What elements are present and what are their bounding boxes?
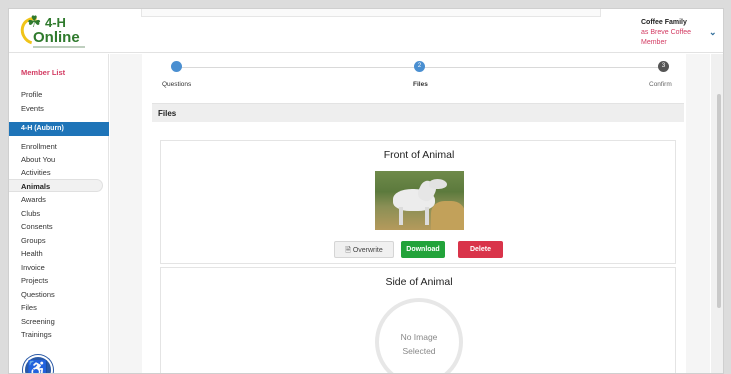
sidebar-item-about-you[interactable]: About You	[21, 155, 55, 164]
sidebar-item-invoice[interactable]: Invoice	[21, 263, 45, 272]
sidebar-item-member-list[interactable]: Member List	[21, 68, 65, 77]
no-image-placeholder[interactable]: No Image Selected	[375, 298, 463, 373]
sidebar-item-awards[interactable]: Awards	[21, 195, 46, 204]
overwrite-button[interactable]: 🗎 Overwrite	[334, 241, 394, 258]
no-image-text: No Image Selected	[379, 330, 459, 358]
section-title: Files	[158, 109, 177, 118]
no-image-line2: Selected	[402, 346, 436, 356]
accessibility-icon[interactable]: ♿	[23, 355, 53, 373]
logo-bottom-text: Online	[33, 29, 80, 46]
sidebar-item-profile[interactable]: Profile	[21, 90, 42, 99]
overwrite-label: Overwrite	[352, 247, 383, 254]
download-button[interactable]: Download	[401, 241, 445, 258]
sidebar-item-groups[interactable]: Groups	[21, 236, 46, 245]
sidebar-item-activities[interactable]: Activities	[21, 168, 51, 177]
logo-tagline-bar	[33, 46, 85, 48]
sidebar-item-health[interactable]: Health	[21, 249, 43, 258]
sidebar-item-clubs[interactable]: Clubs	[21, 209, 40, 218]
sidebar-item-events[interactable]: Events	[21, 104, 44, 113]
main-area: 2 3 Questions Files Confirm Files Front …	[110, 54, 710, 373]
header-search-bar[interactable]	[141, 9, 601, 17]
sidebar-item-trainings[interactable]: Trainings	[21, 330, 52, 339]
sidebar-item-files[interactable]: Files	[21, 303, 37, 312]
sidebar-item-enrollment[interactable]: Enrollment	[21, 142, 57, 151]
front-of-animal-card: Front of Animal 🗎 Overwrite Download Del…	[160, 140, 676, 264]
sidebar: Member List Profile Events 4-H (Auburn) …	[9, 54, 109, 373]
sidebar-item-screening[interactable]: Screening	[21, 317, 55, 326]
step-2-dot[interactable]: 2	[414, 61, 425, 72]
delete-button[interactable]: Delete	[458, 241, 503, 258]
step-3-label[interactable]: Confirm	[649, 81, 672, 88]
chevron-down-icon[interactable]: ⌄	[709, 27, 717, 38]
sidebar-item-consents[interactable]: Consents	[21, 222, 53, 231]
content-panel: 2 3 Questions Files Confirm Files Front …	[142, 54, 686, 373]
logo-top-text: 4-H	[45, 15, 66, 30]
top-header: ☘ 4-H Online Coffee Family as Breve Coff…	[9, 9, 723, 53]
file-icon: 🗎	[345, 247, 353, 254]
step-3-dot[interactable]: 3	[658, 61, 669, 72]
sidebar-item-questions[interactable]: Questions	[21, 290, 55, 299]
horse-leg-shape	[399, 207, 403, 225]
card-title-side: Side of Animal	[385, 276, 453, 288]
user-role-line1: as Breve Coffee	[641, 29, 692, 36]
animal-photo-front	[375, 171, 464, 230]
hay-bale-shape	[431, 201, 464, 230]
page-scrollbar[interactable]	[711, 54, 723, 373]
user-role-line2: Member	[641, 39, 667, 46]
step-2-label[interactable]: Files	[413, 81, 428, 88]
4h-online-logo[interactable]: ☘ 4-H Online	[15, 12, 91, 50]
horse-head-shape	[429, 179, 447, 189]
sidebar-item-animals[interactable]: Animals	[21, 182, 50, 191]
scrollbar-thumb[interactable]	[717, 94, 721, 308]
step-1-dot[interactable]	[171, 61, 182, 72]
step-1-label[interactable]: Questions	[162, 81, 191, 88]
wizard-stepper: 2 3 Questions Files Confirm	[142, 54, 686, 102]
user-account-menu[interactable]: Coffee Family as Breve Coffee Member	[641, 18, 711, 48]
card-title-front: Front of Animal	[383, 149, 455, 161]
files-section-header: Files	[152, 103, 684, 122]
user-name: Coffee Family	[641, 19, 687, 26]
no-image-line1: No Image	[400, 332, 438, 342]
horse-leg-shape	[425, 207, 429, 225]
app-window: ☘ 4-H Online Coffee Family as Breve Coff…	[8, 8, 724, 374]
sidebar-club-header[interactable]: 4-H (Auburn)	[9, 122, 109, 136]
side-of-animal-card: Side of Animal No Image Selected	[160, 267, 676, 373]
sidebar-item-projects[interactable]: Projects	[21, 276, 48, 285]
